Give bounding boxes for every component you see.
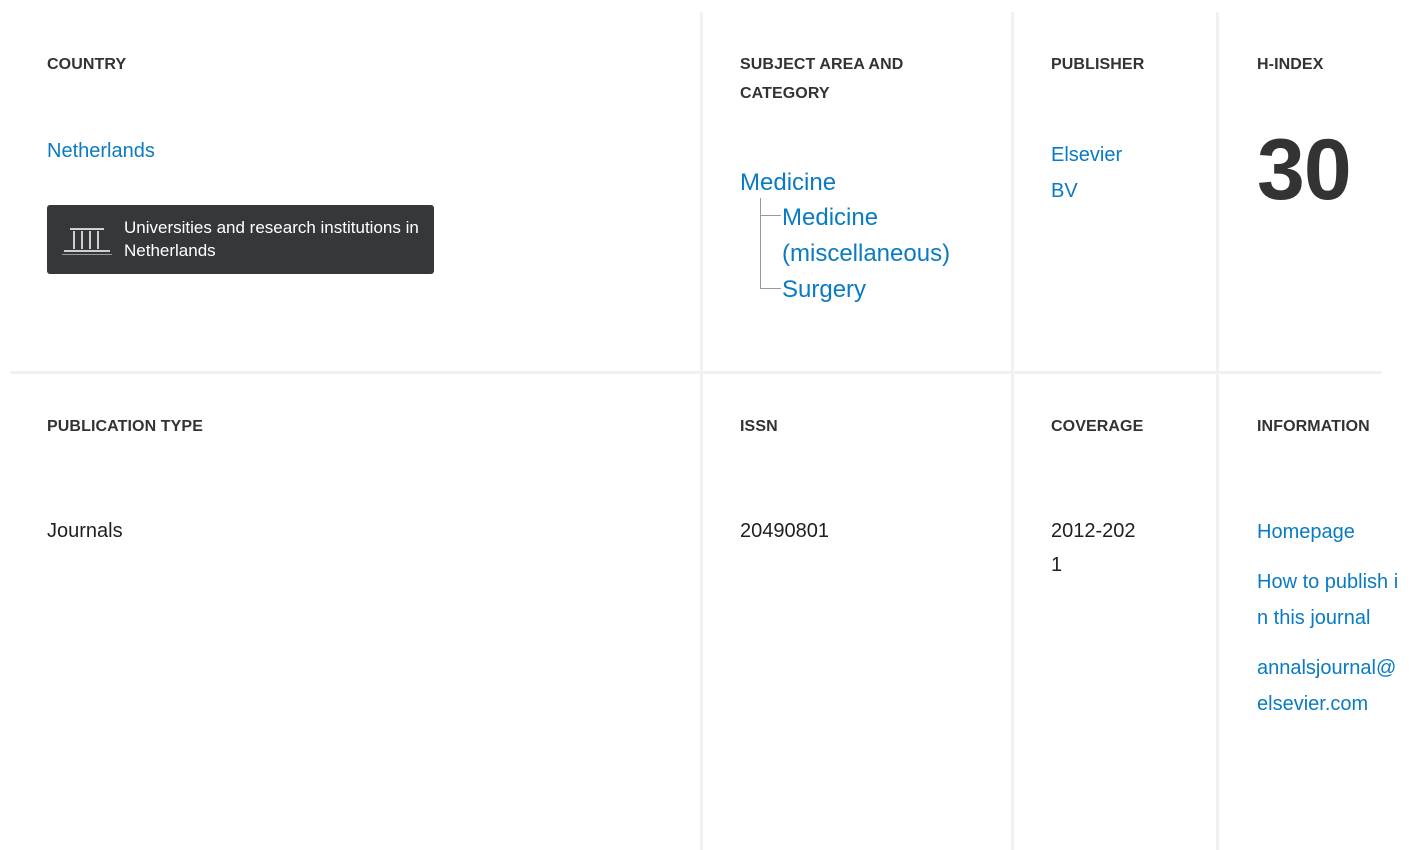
- coverage-cell: COVERAGE 2012-2021: [1051, 412, 1161, 582]
- column-divider: [1011, 12, 1014, 850]
- column-divider: [1216, 12, 1219, 850]
- tree-connector: [760, 198, 781, 216]
- information-links: Homepage How to publish in this journal …: [1257, 514, 1403, 722]
- subject-category-link[interactable]: Surgery: [782, 276, 866, 303]
- institutions-button[interactable]: Universities and research institutions i…: [47, 205, 434, 274]
- hindex-heading: H-INDEX: [1257, 56, 1324, 73]
- tree-connector: [760, 216, 781, 289]
- publication-type-heading: PUBLICATION TYPE: [47, 418, 203, 435]
- publication-type-cell: PUBLICATION TYPE Journals: [47, 412, 647, 548]
- contact-email-link[interactable]: annalsjournal@elsevier.com: [1257, 650, 1403, 722]
- publisher-cell: PUBLISHER Elsevier BV: [1051, 50, 1181, 209]
- issn-cell: ISSN 20490801: [740, 412, 990, 548]
- publisher-link[interactable]: Elsevier BV: [1051, 137, 1151, 209]
- homepage-link[interactable]: Homepage: [1257, 514, 1403, 550]
- subject-area-link[interactable]: Medicine: [740, 166, 990, 200]
- information-heading: INFORMATION: [1257, 418, 1370, 435]
- subject-category-item: Surgery: [760, 216, 990, 308]
- how-to-publish-link[interactable]: How to publish in this journal: [1257, 564, 1403, 636]
- country-heading: COUNTRY: [47, 56, 127, 73]
- institutions-button-label: Universities and research institutions i…: [124, 218, 419, 260]
- subject-heading: SUBJECT AREA AND CATEGORY: [740, 56, 904, 102]
- country-cell: COUNTRY Netherlands Universities and res…: [47, 50, 667, 274]
- issn-value: 20490801: [740, 520, 829, 542]
- hindex-value: 30: [1257, 122, 1352, 218]
- subject-cell: SUBJECT AREA AND CATEGORY Medicine Medic…: [740, 50, 990, 308]
- row-divider: [10, 371, 1382, 374]
- institution-columns-icon: [62, 228, 112, 255]
- issn-heading: ISSN: [740, 418, 778, 435]
- coverage-heading: COVERAGE: [1051, 418, 1144, 435]
- coverage-value: 2012-2021: [1051, 520, 1136, 576]
- subject-category-list: Medicine (miscellaneous) Surgery: [760, 198, 990, 308]
- information-cell: INFORMATION Homepage How to publish in t…: [1257, 412, 1407, 736]
- hindex-cell: H-INDEX 30: [1257, 50, 1407, 213]
- subject-category-item: Medicine (miscellaneous): [760, 198, 990, 272]
- publisher-heading: PUBLISHER: [1051, 56, 1145, 73]
- column-divider: [700, 12, 703, 850]
- country-link[interactable]: Netherlands: [47, 137, 667, 165]
- subject-category-link[interactable]: Medicine (miscellaneous): [782, 204, 950, 267]
- publication-type-value: Journals: [47, 520, 123, 542]
